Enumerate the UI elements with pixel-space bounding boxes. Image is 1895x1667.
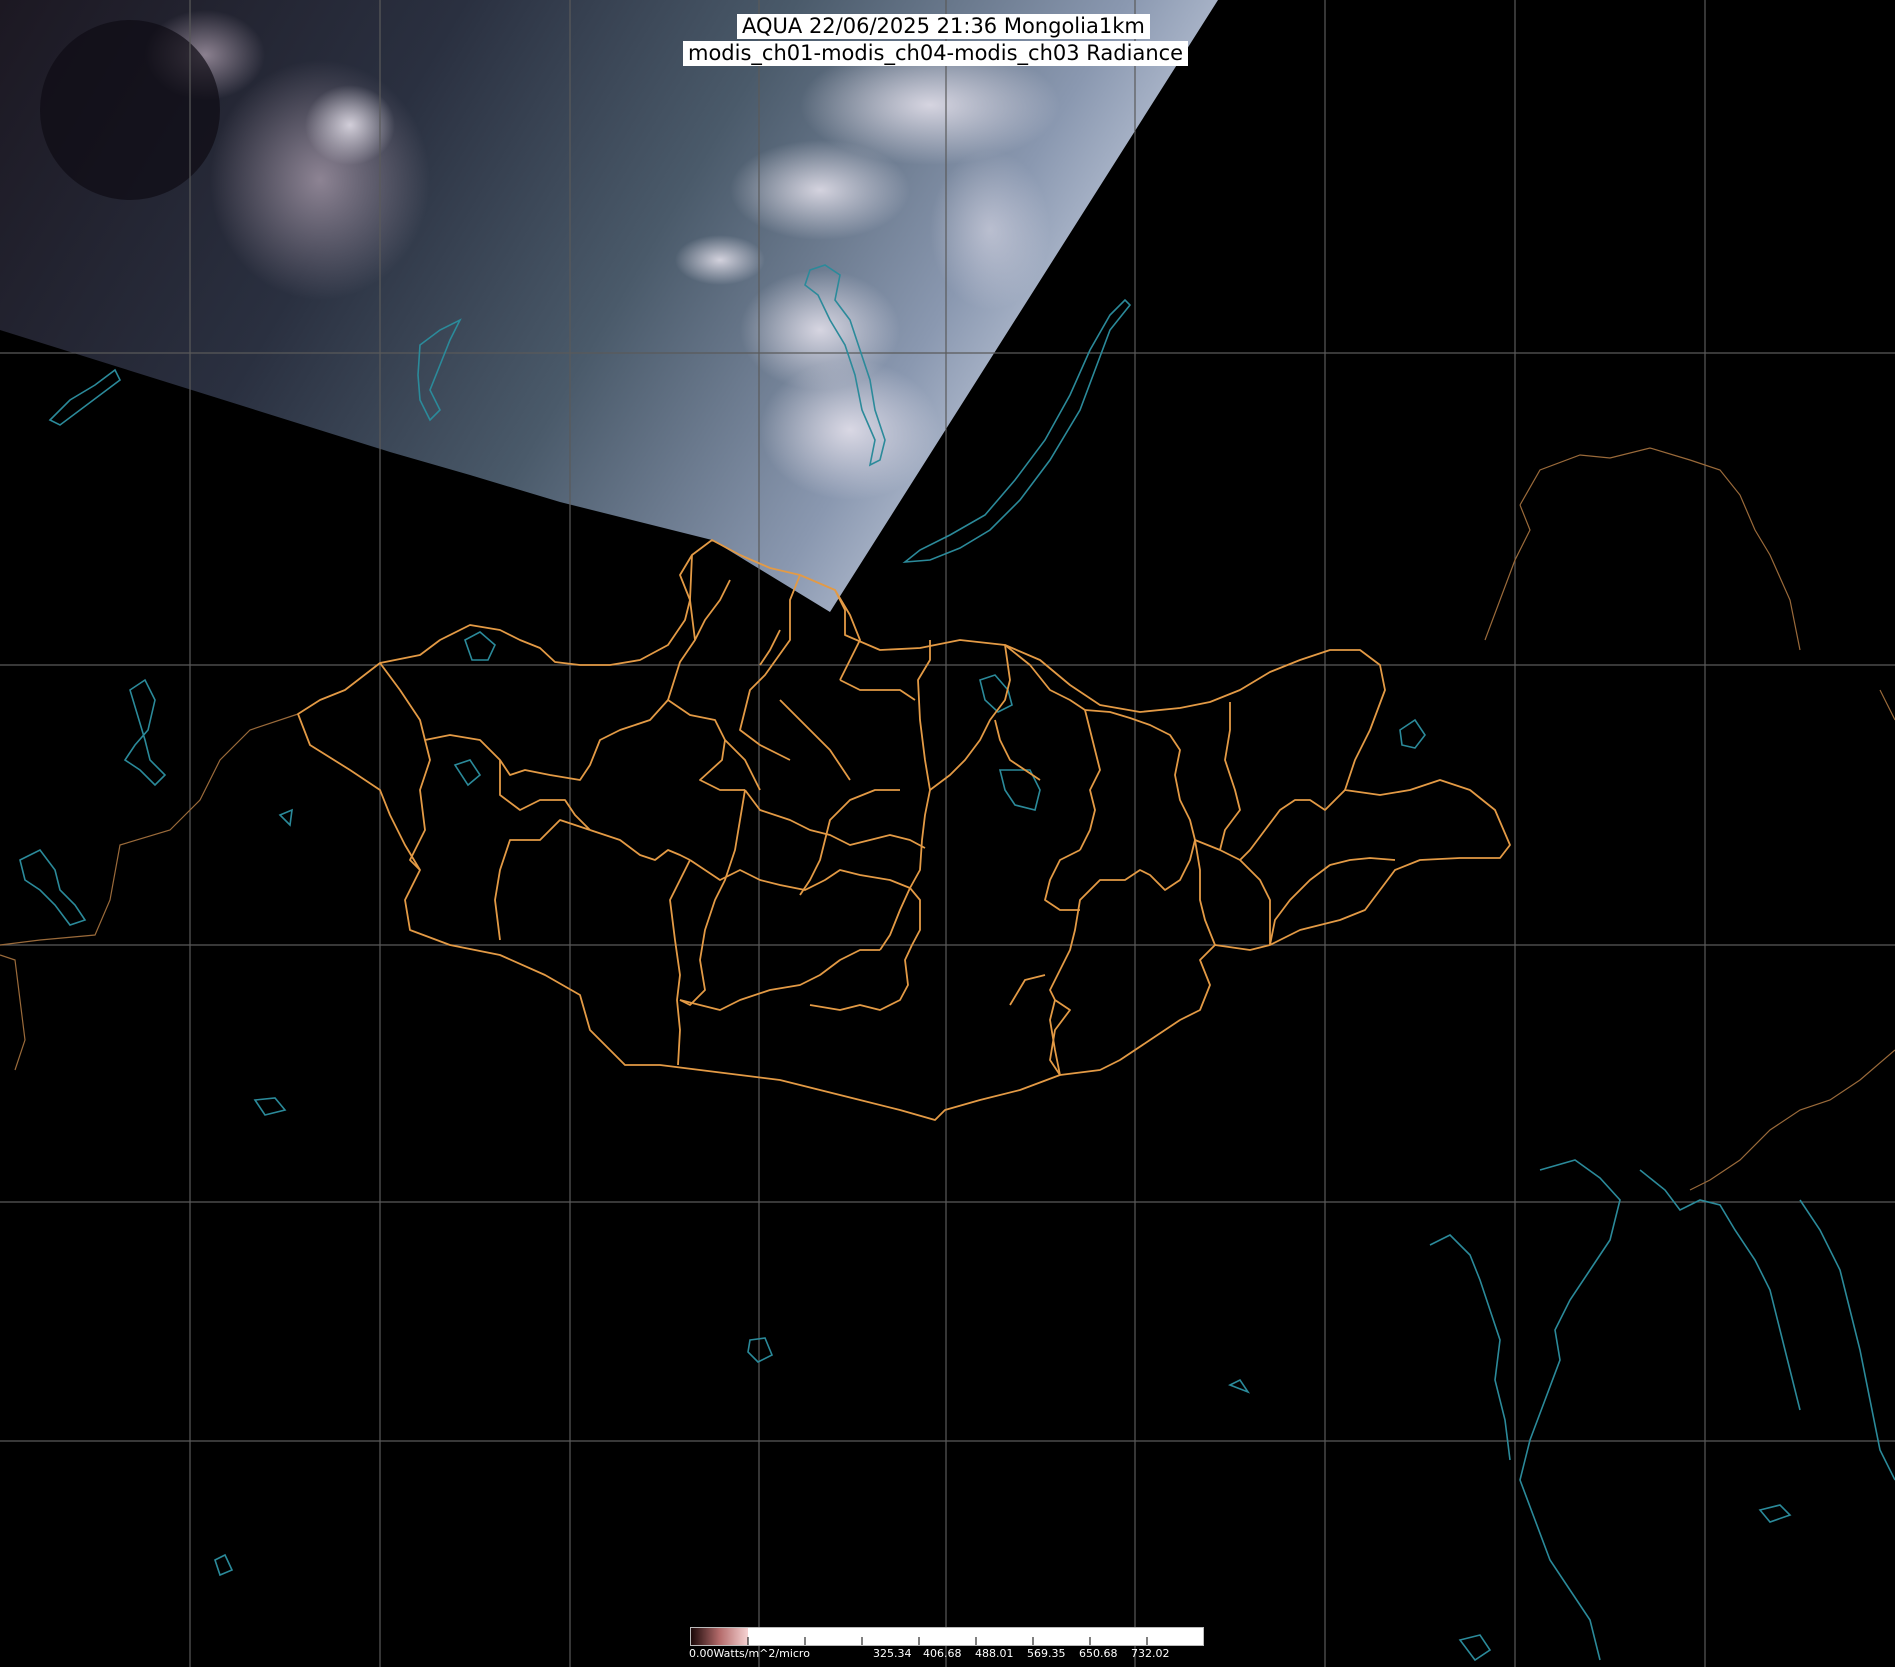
colorbar-tick-label: 488.01 — [975, 1647, 1014, 1660]
mongolia-outline — [297, 539, 1511, 1121]
satellite-swath — [0, 0, 1218, 612]
colorbar-tick-label: 406.68 — [923, 1647, 962, 1660]
colorbar-tick-label: 732.02 — [1131, 1647, 1170, 1660]
mongolia-boundaries — [297, 539, 1511, 1121]
colorbar-tick-label: 650.68 — [1079, 1647, 1118, 1660]
satellite-map — [0, 0, 1895, 1667]
coastlines-lakes — [19, 264, 1895, 1662]
map-title-line1: AQUA 22/06/2025 21:36 Mongolia1km — [737, 14, 1150, 39]
colorbar-ticks-marks — [747, 1637, 1148, 1645]
colorbar-tick-label: 325.34 — [873, 1647, 912, 1660]
colorbar — [690, 1627, 1204, 1646]
colorbar-unit-label: 0.00Watts/m^2/micro — [689, 1647, 810, 1660]
colorbar-tick-label: 569.35 — [1027, 1647, 1066, 1660]
map-title-line2: modis_ch01-modis_ch04-modis_ch03 Radianc… — [683, 41, 1189, 66]
